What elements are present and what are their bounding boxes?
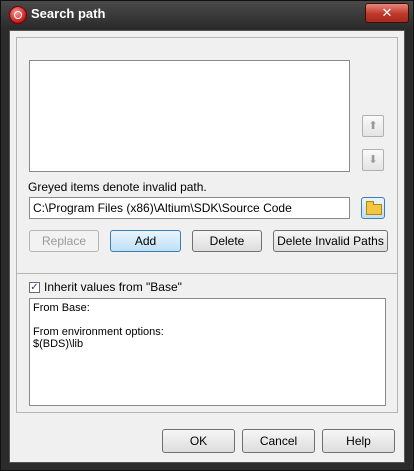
ok-button[interactable]: OK [162, 429, 235, 453]
search-path-group: ⬆ ⬇ Greyed items denote invalid path. C:… [16, 37, 398, 289]
move-up-button[interactable]: ⬆ [362, 115, 384, 137]
path-input[interactable]: C:\Program Files (x86)\Altium\SDK\Source… [29, 197, 350, 219]
arrow-down-icon: ⬇ [368, 154, 378, 166]
window-title: Search path [31, 6, 106, 21]
move-down-button[interactable]: ⬇ [362, 149, 384, 171]
cancel-button[interactable]: Cancel [242, 429, 315, 453]
delete-invalid-paths-button[interactable]: Delete Invalid Paths [273, 230, 388, 252]
folder-icon [366, 201, 382, 215]
inherited-line: From environment options: [33, 326, 164, 338]
inherit-group: ✓ Inherit values from "Base" From Base: … [16, 273, 398, 413]
search-path-dialog: Search path ✕ ⬆ ⬇ Greyed items denote in… [0, 0, 414, 471]
dialog-body: ⬆ ⬇ Greyed items denote invalid path. C:… [9, 30, 405, 463]
add-button[interactable]: Add [110, 230, 181, 252]
inherited-line: $(BDS)\lib [33, 338, 84, 350]
close-button[interactable]: ✕ [365, 3, 409, 23]
inherit-label[interactable]: Inherit values from "Base" [44, 280, 182, 294]
path-listbox[interactable] [29, 60, 350, 172]
app-icon [9, 6, 27, 24]
help-button[interactable]: Help [322, 429, 395, 453]
browse-button[interactable] [361, 197, 385, 219]
invalid-path-hint: Greyed items denote invalid path. [28, 180, 207, 194]
inherited-values-box[interactable]: From Base: From environment options: $(B… [29, 298, 386, 406]
inherited-line: From Base: [33, 302, 90, 314]
inherit-checkbox[interactable]: ✓ [29, 282, 40, 293]
replace-button[interactable]: Replace [29, 230, 99, 252]
inherited-line [33, 314, 385, 326]
delete-button[interactable]: Delete [192, 230, 262, 252]
arrow-up-icon: ⬆ [368, 120, 378, 132]
title-bar[interactable]: Search path ✕ [1, 1, 413, 29]
